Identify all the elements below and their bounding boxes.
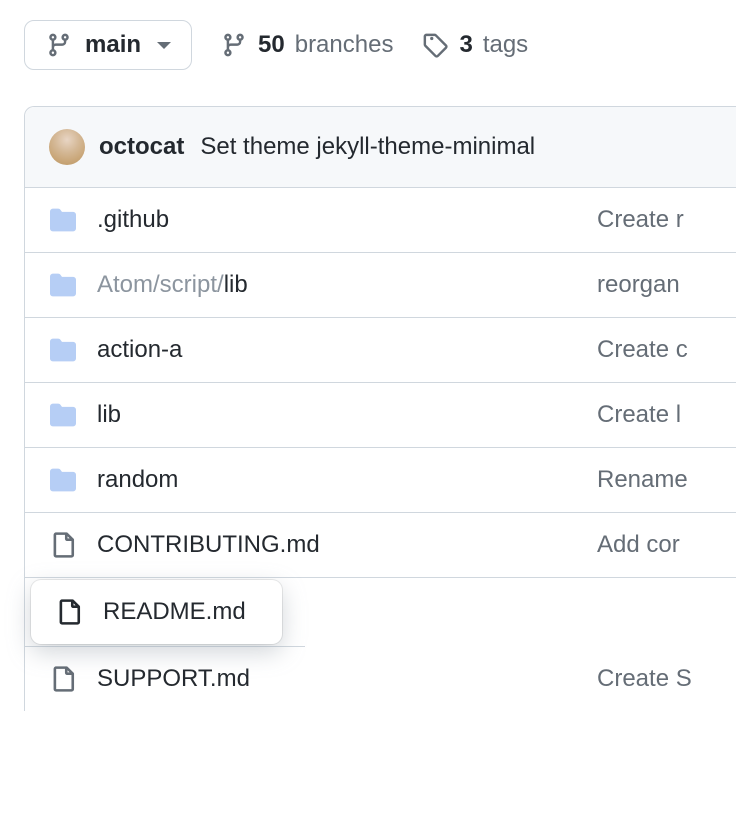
folder-icon	[49, 401, 77, 429]
folder-icon	[49, 206, 77, 234]
branch-icon	[45, 31, 73, 59]
branches-link[interactable]: 50 branches	[220, 31, 393, 59]
file-commit-message[interactable]: Add cor	[597, 531, 680, 559]
file-name[interactable]: SUPPORT.md	[97, 665, 250, 692]
file-name[interactable]: lib	[97, 401, 121, 428]
file-row[interactable]: Atom/script/lib reorgan	[25, 253, 736, 318]
caret-down-icon	[157, 42, 171, 49]
branch-select-button[interactable]: main	[24, 20, 192, 70]
latest-commit-header: octocat Set theme jekyll-theme-minimal	[25, 107, 736, 188]
file-list-container: octocat Set theme jekyll-theme-minimal .…	[24, 106, 736, 711]
file-row[interactable]: CONTRIBUTING.md Add cor	[25, 513, 736, 578]
folder-icon	[49, 271, 77, 299]
file-name[interactable]: CONTRIBUTING.md	[97, 531, 320, 558]
file-row[interactable]: lib Create l	[25, 383, 736, 448]
file-name[interactable]: README.md	[103, 598, 246, 625]
repo-toolbar: main 50 branches 3 tags	[24, 20, 736, 70]
tags-count: 3	[459, 31, 472, 59]
file-commit-message[interactable]: Create l	[597, 401, 681, 429]
file-commit-message[interactable]: Rename	[597, 466, 688, 494]
branch-name: main	[85, 31, 141, 59]
commit-author[interactable]: octocat	[99, 133, 184, 161]
file-commit-message[interactable]: Create S	[597, 665, 692, 693]
tags-label: tags	[483, 31, 528, 59]
file-row[interactable]: action-a Create c	[25, 318, 736, 383]
tags-link[interactable]: 3 tags	[421, 31, 528, 59]
file-name[interactable]: random	[97, 466, 178, 493]
branch-icon	[220, 31, 248, 59]
file-name[interactable]: action-a	[97, 336, 182, 363]
file-name[interactable]: Atom/script/lib	[97, 271, 248, 298]
file-row[interactable]: random Rename	[25, 448, 736, 513]
highlighted-file[interactable]: README.md	[31, 580, 282, 644]
tag-icon	[421, 31, 449, 59]
file-row[interactable]: README.mdTest PR	[25, 578, 305, 647]
file-icon	[49, 665, 77, 693]
branches-count: 50	[258, 31, 285, 59]
file-row[interactable]: SUPPORT.md Create S	[25, 647, 736, 711]
folder-icon	[49, 466, 77, 494]
file-commit-message[interactable]: Create c	[597, 336, 688, 364]
avatar[interactable]	[49, 129, 85, 165]
file-commit-message[interactable]: Create r	[597, 206, 684, 234]
file-row[interactable]: .github Create r	[25, 188, 736, 253]
branches-label: branches	[295, 31, 394, 59]
file-commit-message[interactable]: reorgan	[597, 271, 680, 299]
commit-message[interactable]: Set theme jekyll-theme-minimal	[200, 133, 535, 161]
file-icon	[55, 598, 83, 626]
file-name[interactable]: .github	[97, 206, 169, 233]
file-icon	[49, 531, 77, 559]
folder-icon	[49, 336, 77, 364]
